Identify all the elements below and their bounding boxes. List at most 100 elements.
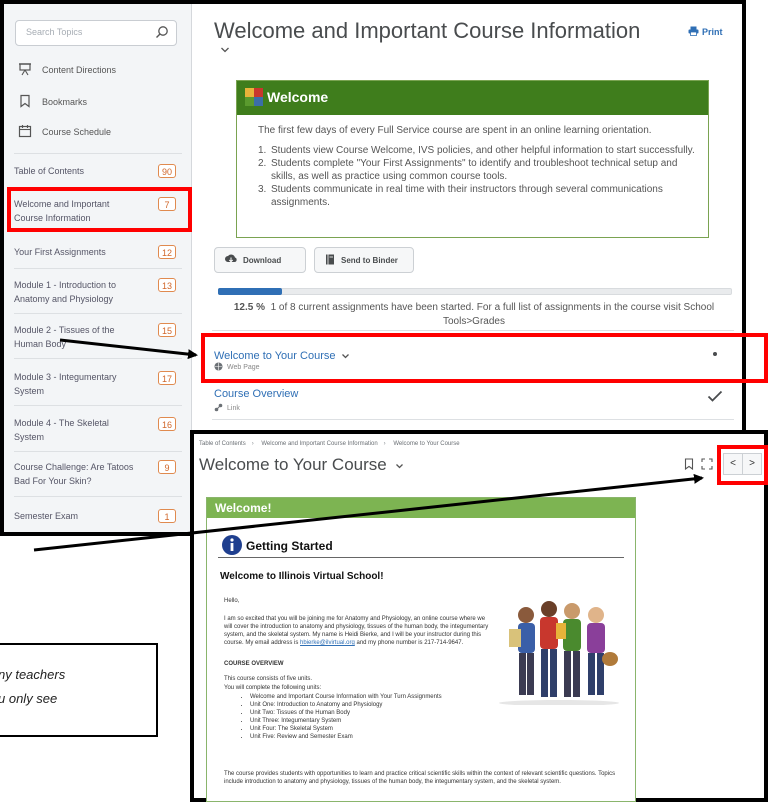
- viewer-title-text: Welcome to Your Course: [199, 455, 387, 474]
- divider: [14, 313, 182, 314]
- sidebar-link-label: Content Directions: [42, 65, 117, 75]
- bookmark-icon: [18, 94, 32, 110]
- divider: [212, 419, 734, 420]
- count-badge: 1: [158, 509, 176, 523]
- closing-paragraph: The course provides students with opport…: [224, 771, 616, 785]
- divider: [212, 330, 734, 331]
- progress-bar-fill: [218, 288, 282, 295]
- topic-type: Link: [214, 403, 240, 414]
- sidebar-link-course-schedule[interactable]: Course Schedule: [18, 124, 111, 140]
- page-title: Welcome and Important Course Information: [214, 18, 641, 43]
- count-badge: 13: [158, 278, 177, 292]
- welcome-list: 1. Students view Course Welcome, IVS poli…: [258, 144, 703, 209]
- download-label: Download: [243, 255, 282, 265]
- note-line: u only see: [0, 691, 58, 706]
- list-item: 1. Students view Course Welcome, IVS poli…: [258, 145, 695, 156]
- download-icon: [225, 254, 237, 266]
- note-line: ny teachers: [0, 667, 66, 682]
- toc-item-module-4[interactable]: Module 4 - The Skeletal System: [14, 416, 134, 446]
- fullscreen-icon[interactable]: [701, 457, 713, 475]
- list-item: Unit Five: Review and Semester Exam: [250, 733, 550, 741]
- highlight-box: [717, 445, 768, 485]
- welcome-intro: The first few days of every Full Service…: [258, 125, 652, 136]
- count-badge: 90: [157, 164, 176, 178]
- intro-paragraph: I am so excited that you will be joining…: [224, 615, 492, 647]
- list-item-text: Students complete "Your First Assignment…: [271, 158, 678, 182]
- progress-text: 12.5 % 1 of 8 current assignments have b…: [216, 301, 732, 329]
- search-placeholder: Search Topics: [26, 27, 83, 37]
- bookmark-icon[interactable]: [684, 457, 694, 475]
- list-item: Unit Four: The Skeletal System: [250, 725, 550, 733]
- toc-label: Course Challenge: Are Tatoos Bad For You…: [14, 462, 134, 486]
- toc-item-semester-exam[interactable]: Semester Exam 1: [14, 509, 182, 525]
- divider: [14, 405, 182, 406]
- toc-item-course-challenge[interactable]: Course Challenge: Are Tatoos Bad For You…: [14, 460, 139, 490]
- printer-icon: [688, 26, 699, 38]
- count-badge: 12: [157, 245, 176, 259]
- getting-started-heading: Getting Started: [246, 539, 333, 553]
- divider: [14, 496, 182, 497]
- sidebar-link-content-directions[interactable]: Content Directions: [18, 62, 116, 78]
- progress-description: 1 of 8 current assignments have been sta…: [270, 302, 715, 327]
- toc-label: Table of Contents: [14, 166, 85, 176]
- list-item: 2. Students complete "Your First Assignme…: [258, 157, 703, 183]
- send-to-binder-button[interactable]: Send to Binder: [314, 247, 414, 273]
- binder-label: Send to Binder: [341, 255, 398, 265]
- toc-item-module-1[interactable]: Module 1 - Introduction to Anatomy and P…: [14, 278, 139, 308]
- list-item-text: Students view Course Welcome, IVS polici…: [271, 145, 695, 156]
- chevron-down-icon[interactable]: [395, 455, 404, 474]
- students-photo: [494, 593, 624, 706]
- overview-heading: COURSE OVERVIEW: [224, 661, 284, 667]
- topic-type-label: Link: [227, 405, 240, 412]
- print-label: Print: [702, 27, 723, 37]
- viewer-banner: Welcome!: [207, 498, 635, 518]
- toc-label: Module 4 - The Skeletal System: [14, 418, 109, 442]
- toc-label: Semester Exam: [14, 511, 79, 521]
- breadcrumb: Table of Contents › Welcome and Important…: [199, 441, 460, 447]
- chevron-down-icon[interactable]: [220, 46, 230, 57]
- toc-item-first-assignments[interactable]: Your First Assignments 12: [14, 245, 182, 261]
- welcome-heading: Welcome to Illinois Virtual School!: [220, 571, 384, 582]
- search-icon[interactable]: [155, 25, 169, 44]
- download-button[interactable]: Download: [214, 247, 306, 273]
- divider: [14, 153, 182, 154]
- search-input[interactable]: Search Topics: [15, 20, 177, 46]
- topic-course-overview[interactable]: Course Overview: [214, 388, 298, 400]
- welcome-heading: Welcome: [267, 89, 329, 105]
- breadcrumb-item[interactable]: Table of Contents: [199, 441, 246, 447]
- divider: [218, 557, 624, 558]
- toc-item-module-3[interactable]: Module 3 - Integumentary System: [14, 370, 134, 400]
- toc-label: Module 3 - Integumentary System: [14, 372, 117, 396]
- overview-text: You will complete the following units:: [224, 685, 322, 691]
- calendar-icon: [18, 124, 32, 140]
- progress-bar: [218, 288, 732, 295]
- toc-item-module-2[interactable]: Module 2 - Tissues of the Human Body: [14, 323, 134, 353]
- divider: [14, 358, 182, 359]
- checkmark-icon: [707, 389, 723, 407]
- highlight-box: [201, 333, 768, 383]
- sidebar-link-bookmarks[interactable]: Bookmarks: [18, 94, 87, 110]
- greeting: Hello,: [224, 598, 240, 604]
- count-badge: 15: [158, 323, 177, 337]
- highlight-box: [7, 187, 192, 232]
- print-button[interactable]: Print: [688, 26, 723, 38]
- toc-item-table-of-contents[interactable]: Table of Contents 90: [14, 164, 182, 180]
- count-badge: 17: [158, 371, 177, 385]
- divider: [14, 268, 182, 269]
- overview-text: This course consists of five units.: [224, 676, 313, 682]
- count-badge: 16: [158, 417, 177, 431]
- breadcrumb-item: Welcome to Your Course: [393, 441, 460, 447]
- breadcrumb-item[interactable]: Welcome and Important Course Information: [261, 441, 377, 447]
- welcome-header: Welcome: [237, 81, 708, 115]
- sidebar-link-label: Course Schedule: [42, 127, 112, 137]
- list-item-text: Students communicate in real time with t…: [271, 184, 663, 208]
- list-item: 3. Students communicate in real time with…: [258, 183, 703, 209]
- toc-label: Module 1 - Introduction to Anatomy and P…: [14, 280, 117, 304]
- email-link[interactable]: hbierke@ilvirtual.org: [300, 640, 355, 646]
- toc-label: Your First Assignments: [14, 247, 106, 257]
- link-icon: [214, 403, 223, 414]
- progress-percent: 12.5 %: [233, 302, 265, 313]
- viewer-title: Welcome to Your Course: [199, 455, 404, 475]
- viewer-banner-text: Welcome!: [215, 501, 272, 515]
- easel-icon: [18, 62, 32, 78]
